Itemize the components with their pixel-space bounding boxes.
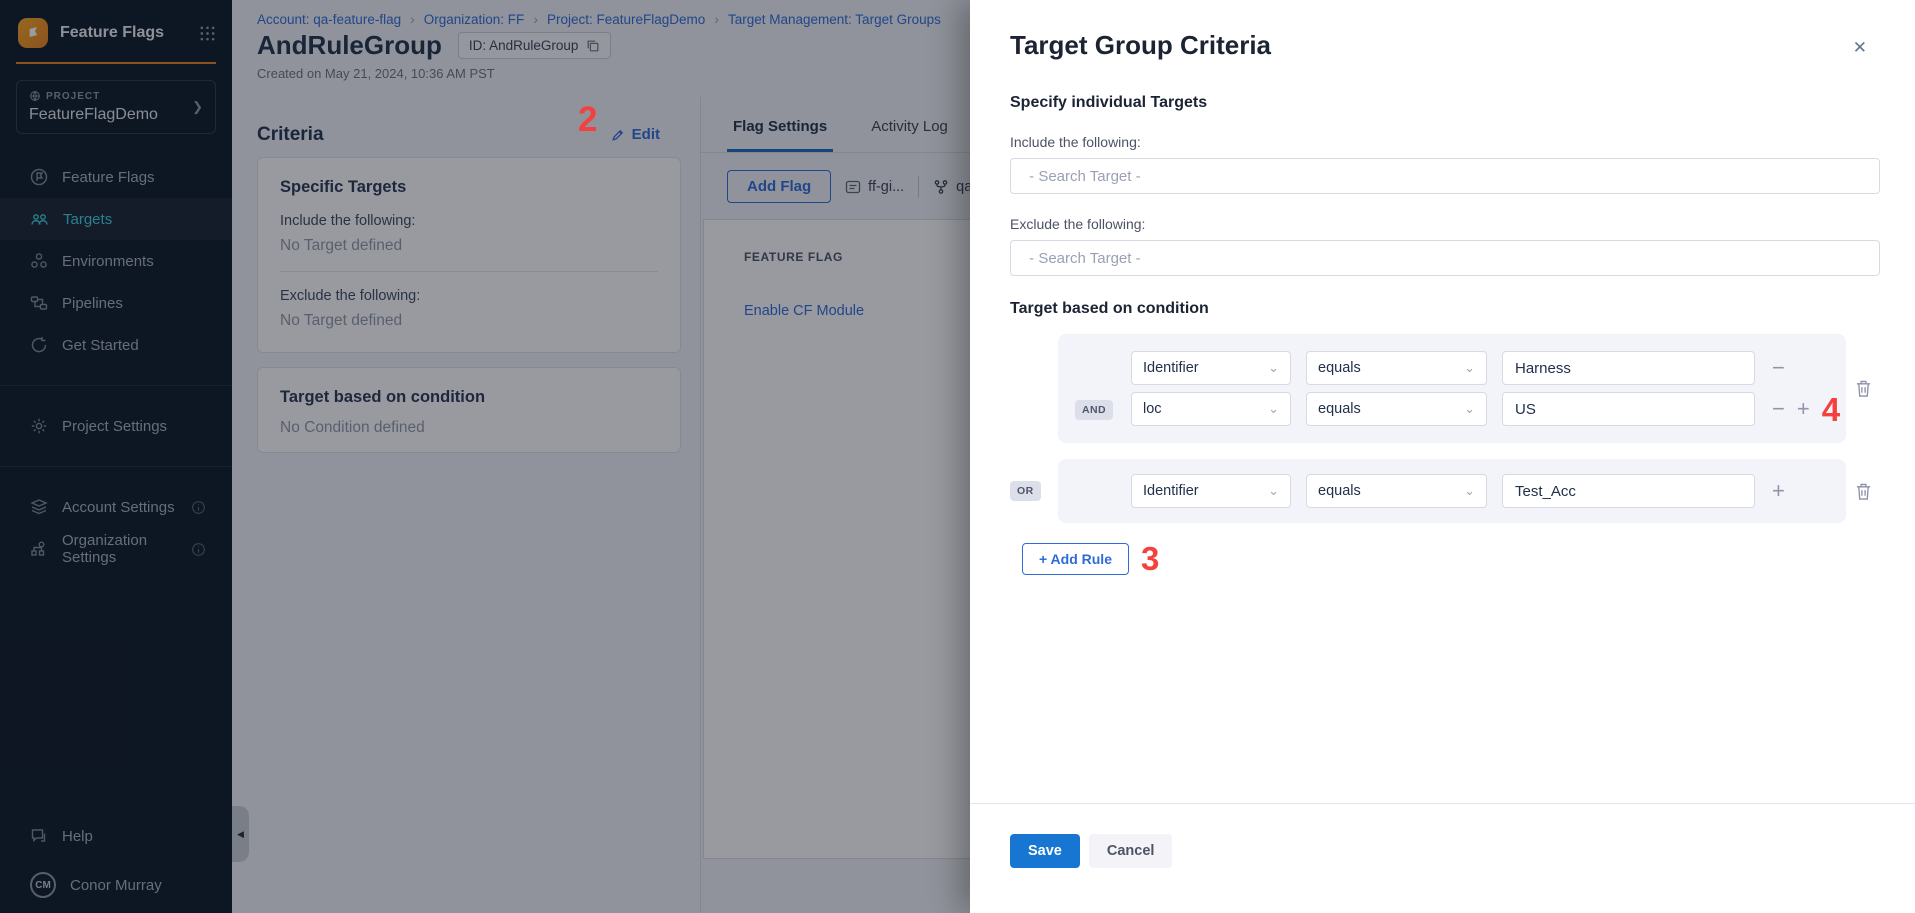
exclude-target-search-input[interactable] xyxy=(1010,240,1880,276)
operator-value: equals xyxy=(1318,360,1361,376)
attribute-select[interactable]: Identifier ⌄ xyxy=(1131,474,1291,508)
target-group-criteria-drawer: Target Group Criteria ✕ Specify individu… xyxy=(970,0,1915,913)
target-based-on-condition-heading: Target based on condition xyxy=(1010,300,1880,318)
chevron-down-icon: ⌄ xyxy=(1268,360,1279,376)
rule-group-box: Identifier ⌄ equals ⌄ + xyxy=(1058,459,1846,523)
drawer-footer: Save Cancel xyxy=(970,803,1915,913)
operator-select[interactable]: equals ⌄ xyxy=(1306,474,1487,508)
annotation-3: 3 xyxy=(1141,542,1159,575)
chevron-down-icon: ⌄ xyxy=(1464,401,1475,417)
add-condition-button[interactable]: + xyxy=(1772,480,1785,502)
chevron-down-icon: ⌄ xyxy=(1464,360,1475,376)
attribute-value: Identifier xyxy=(1143,483,1199,499)
rule-group-connector-gutter: OR xyxy=(1010,459,1058,523)
chevron-down-icon: ⌄ xyxy=(1268,483,1279,499)
attribute-select[interactable]: Identifier ⌄ xyxy=(1131,351,1291,385)
operator-value: equals xyxy=(1318,483,1361,499)
condition-row: AND loc ⌄ equals ⌄ − + 4 xyxy=(1058,392,1846,426)
operator-select[interactable]: equals ⌄ xyxy=(1306,351,1487,385)
trash-icon xyxy=(1855,482,1872,501)
attribute-select[interactable]: loc ⌄ xyxy=(1131,392,1291,426)
delete-rule-group-button[interactable] xyxy=(1846,334,1880,443)
rule-group-2: OR Identifier ⌄ equals ⌄ + xyxy=(1010,459,1880,523)
rule-group-connector-gutter xyxy=(1010,334,1058,443)
delete-rule-group-button[interactable] xyxy=(1846,459,1880,523)
rule-group-box: Identifier ⌄ equals ⌄ − AND loc ⌄ xyxy=(1058,334,1846,443)
save-button[interactable]: Save xyxy=(1010,834,1080,868)
cancel-button[interactable]: Cancel xyxy=(1089,834,1173,868)
remove-condition-button[interactable]: − xyxy=(1772,398,1785,420)
close-icon[interactable]: ✕ xyxy=(1853,38,1867,58)
condition-value-input[interactable] xyxy=(1502,392,1755,426)
add-rule-button[interactable]: + Add Rule xyxy=(1022,543,1129,575)
annotation-4: 4 xyxy=(1822,393,1840,426)
trash-icon xyxy=(1855,379,1872,398)
drawer-include-label: Include the following: xyxy=(1010,134,1880,150)
chevron-down-icon: ⌄ xyxy=(1464,483,1475,499)
condition-value-input[interactable] xyxy=(1502,351,1755,385)
or-chip: OR xyxy=(1010,481,1041,501)
specify-individual-targets-heading: Specify individual Targets xyxy=(1010,94,1880,112)
operator-value: equals xyxy=(1318,401,1361,417)
add-condition-button[interactable]: + xyxy=(1797,398,1810,420)
include-target-search-input[interactable] xyxy=(1010,158,1880,194)
drawer-exclude-label: Exclude the following: xyxy=(1010,216,1880,232)
attribute-value: Identifier xyxy=(1143,360,1199,376)
remove-condition-button[interactable]: − xyxy=(1772,357,1785,379)
condition-row: Identifier ⌄ equals ⌄ − xyxy=(1058,351,1846,385)
rule-group-1: Identifier ⌄ equals ⌄ − AND loc ⌄ xyxy=(1010,334,1880,443)
condition-value-input[interactable] xyxy=(1502,474,1755,508)
chip-zone: AND xyxy=(1058,400,1131,418)
and-chip: AND xyxy=(1075,400,1113,420)
condition-row: Identifier ⌄ equals ⌄ + xyxy=(1058,474,1846,508)
attribute-value: loc xyxy=(1143,401,1162,417)
annotation-2: 2 xyxy=(578,100,597,140)
operator-select[interactable]: equals ⌄ xyxy=(1306,392,1487,426)
drawer-title: Target Group Criteria xyxy=(1010,30,1880,61)
chevron-down-icon: ⌄ xyxy=(1268,401,1279,417)
